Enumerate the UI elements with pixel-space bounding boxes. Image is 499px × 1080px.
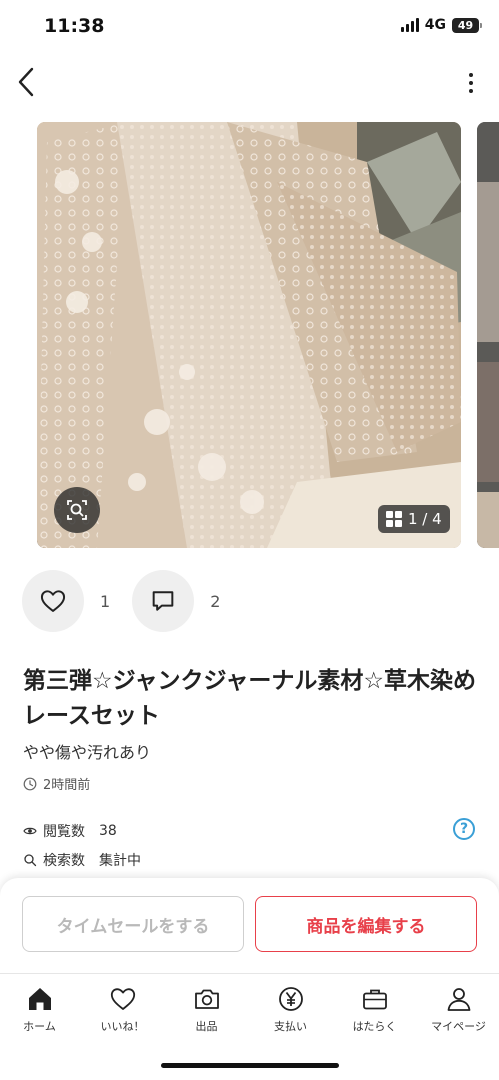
- timesale-button[interactable]: タイムセールをする: [22, 896, 244, 952]
- clock-icon: [23, 777, 37, 790]
- views-stat: 閲覧数 38: [23, 821, 117, 841]
- tab-likes[interactable]: いいね！: [81, 984, 164, 1034]
- heart-icon: [110, 988, 135, 1010]
- zoom-button[interactable]: [54, 487, 100, 533]
- next-photo-illustration: [477, 122, 499, 548]
- comment-count: 2: [210, 591, 221, 611]
- reaction-row: 1 2: [22, 570, 242, 632]
- item-condition: やや傷や汚れあり: [23, 743, 152, 762]
- views-label: 閲覧数: [43, 824, 85, 840]
- status-bar: 11:38 4G 49: [0, 0, 499, 54]
- product-photo[interactable]: 1 / 4: [37, 122, 461, 548]
- battery-level: 49: [457, 18, 474, 32]
- tab-work[interactable]: はたらく: [333, 984, 416, 1034]
- status-time: 11:38: [44, 15, 105, 37]
- battery-icon: 49: [452, 17, 482, 33]
- image-carousel[interactable]: 1 / 4: [37, 122, 499, 548]
- tab-mypage-label: マイページ: [431, 1020, 486, 1033]
- search-label: 検索数: [43, 853, 85, 869]
- tab-likes-label: いいね！: [100, 1020, 145, 1033]
- action-panel: タイムセールをする 商品を編集する: [0, 878, 499, 974]
- tab-sell[interactable]: 出品: [165, 984, 248, 1034]
- signal-icon: [400, 18, 419, 32]
- search-value: 集計中: [99, 853, 141, 869]
- search-icon: [24, 854, 37, 867]
- status-indicators: 4G 49: [400, 17, 482, 33]
- tab-sell-label: 出品: [195, 1020, 218, 1033]
- tab-work-label: はたらく: [352, 1020, 397, 1033]
- tab-home-label: ホーム: [23, 1020, 56, 1033]
- edit-item-button[interactable]: 商品を編集する: [255, 896, 477, 952]
- comment-icon: [152, 591, 174, 611]
- tab-home[interactable]: ホーム: [0, 984, 81, 1034]
- home-indicator[interactable]: [161, 1063, 339, 1068]
- tab-payment-label: 支払い: [274, 1020, 307, 1033]
- briefcase-icon: [362, 989, 387, 1010]
- tab-mypage[interactable]: マイページ: [417, 984, 499, 1034]
- comment-button[interactable]: [132, 570, 195, 632]
- search-stat: 検索数 集計中: [23, 850, 141, 870]
- more-options-button[interactable]: [465, 70, 477, 96]
- person-icon: [447, 988, 470, 1011]
- image-counter-text: 1 / 4: [408, 510, 442, 528]
- item-title: 第三弾☆ジャンクジャーナル素材☆草木染めレースセット: [23, 668, 476, 729]
- like-button[interactable]: [22, 570, 84, 632]
- more-vertical-icon: [469, 73, 473, 77]
- image-search-icon: [67, 500, 87, 520]
- tab-payment[interactable]: 支払い: [249, 984, 332, 1034]
- camera-icon: [194, 989, 219, 1009]
- home-icon: [28, 988, 51, 1010]
- heart-outline-icon: [40, 590, 66, 612]
- help-icon[interactable]: ?: [453, 818, 475, 840]
- grid-icon: [386, 511, 402, 527]
- back-button[interactable]: [12, 64, 44, 100]
- network-type: 4G: [424, 17, 446, 33]
- posted-time: 2時間前: [23, 774, 90, 793]
- chevron-left-icon: [18, 67, 34, 97]
- next-photo-preview[interactable]: [477, 122, 499, 548]
- eye-icon: [23, 827, 37, 835]
- yen-icon: [278, 987, 303, 1011]
- image-counter: 1 / 4: [378, 505, 450, 533]
- posted-time-text: 2時間前: [43, 778, 91, 793]
- views-value: 38: [99, 823, 117, 839]
- like-count: 1: [100, 591, 111, 611]
- lace-photo-illustration: [37, 122, 461, 548]
